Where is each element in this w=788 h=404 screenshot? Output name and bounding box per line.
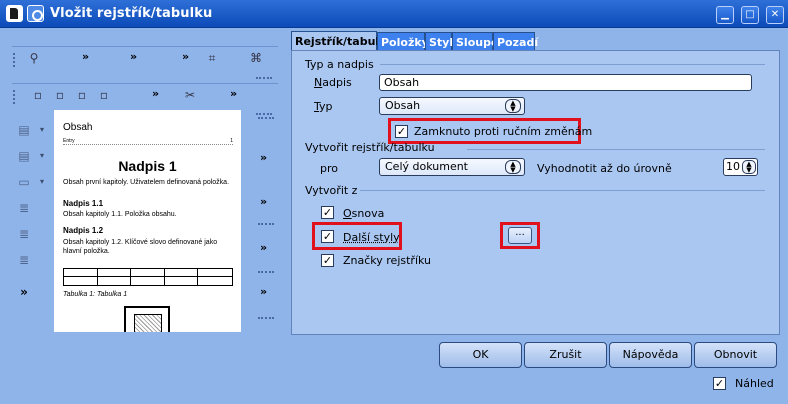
chevron-down-icon[interactable]: ▾ [40,151,48,160]
preview-subheading: Nadpis 1.1 [63,199,104,208]
minimize-button[interactable]: ▁ [716,6,734,24]
tab-columns[interactable]: Sloupce [452,32,505,51]
eval-level-value: 10 [726,160,740,173]
type-select[interactable]: Obsah ▲ ▼ [379,97,525,115]
outline-label: Osnova [343,207,385,220]
preview-text: Obsah kapitoly 1.1. Položka obsahu. [63,211,177,218]
list-style-icon[interactable]: ▤ [12,149,36,167]
toolbar-grip[interactable] [256,77,272,81]
document-list-icon[interactable]: ≣ [12,201,36,219]
vertical-overflow-chevron-icon[interactable]: » [260,151,267,164]
title-label: Nadpis [314,76,352,89]
toolbar-grip[interactable] [13,53,16,67]
page-icon[interactable]: ▫ [52,87,68,103]
document-list-icon[interactable]: ≣ [12,227,36,245]
window-title: Vložit rejstřík/tabulku [50,6,213,21]
title-input[interactable]: Obsah [379,74,752,91]
chevron-updown-icon: ▲ ▼ [505,99,521,113]
chevron-down-icon[interactable]: ▾ [40,177,48,186]
preview-toc-title: Obsah [63,122,93,133]
eval-level-label: Vyhodnotit až do úrovně [537,162,672,175]
scissors-icon[interactable]: ✂ [182,87,198,103]
preview-heading: Nadpis 1 [118,158,177,174]
assign-styles-button[interactable]: ... [508,227,532,244]
section-title-create-from: Vytvořit z [305,184,358,197]
preview-entry-page: 1 [230,138,233,144]
vertical-overflow-chevron-icon[interactable]: » [12,285,36,303]
insert-page-icon[interactable]: ▫ [30,87,46,103]
cancel-button[interactable]: Zrušit [524,342,607,368]
toolbar-grip[interactable] [258,223,274,227]
reset-button[interactable]: Obnovit [694,342,777,368]
vertical-overflow-chevron-icon[interactable]: » [260,285,267,298]
spin-updown-icon[interactable]: ▲ ▼ [742,160,756,174]
toolbar-grip[interactable] [13,90,16,104]
tab-entries[interactable]: Položky [377,32,429,51]
help-button[interactable]: Nápověda [609,342,692,368]
preview-table [63,268,233,286]
type-select-value: Obsah [385,99,421,112]
toolbar-overflow-chevron-icon[interactable]: » [130,50,137,63]
window-menu-icon[interactable] [27,5,44,22]
toolbar-grip[interactable] [258,271,274,275]
crop-icon[interactable]: ⌗ [204,50,220,66]
ok-button[interactable]: OK [439,342,522,368]
section-title-create: Vytvořit rejstřík/tabulku [305,141,435,154]
toolbar-overflow-chevron-icon[interactable]: » [152,87,159,100]
vertical-overflow-chevron-icon[interactable]: » [260,195,267,208]
index-marks-checkbox[interactable]: ✓ [321,254,334,267]
preview-checkbox[interactable]: ✓ [713,377,726,390]
document-preview: Obsah Entry 1 Nadpis 1 Obsah první kapit… [54,110,241,332]
preview-toolbar-2: ▫ ▫ ▫ ▫ » ✂ » [12,83,278,107]
tab-styles[interactable]: Styly [425,32,460,51]
other-styles-checkbox[interactable]: ✓ [321,230,334,243]
section-divider [380,64,765,65]
tab-index-table[interactable]: Rejstřík/tabulka [291,31,394,52]
preview-subheading: Nadpis 1.2 [63,226,104,235]
title-bar[interactable]: Vložit rejstřík/tabulku ▁ □ ✕ [0,0,788,28]
tab-background[interactable]: Pozadí [493,32,538,51]
protect-checkbox[interactable]: ✓ [395,125,408,138]
outline-checkbox[interactable]: ✓ [321,206,334,219]
toolbar-grip[interactable] [258,117,274,121]
preview-caption: Tabulka 1: Tabulka 1 [63,291,128,298]
section-divider [467,149,765,150]
list-style-icon[interactable]: ▤ [12,123,36,141]
vertical-overflow-chevron-icon[interactable]: » [260,241,267,254]
toolbar-grip[interactable] [258,317,274,321]
section-title-type: Typ a nadpis [305,58,374,71]
other-styles-label: Další styly [343,231,400,244]
page-icon[interactable]: ▫ [96,87,112,103]
toolbar-overflow-chevron-icon[interactable]: » [182,50,189,63]
for-select[interactable]: Celý dokument ▲ ▼ [379,158,525,176]
page-icon[interactable]: ▫ [74,87,90,103]
document-list-icon[interactable]: ≣ [12,253,36,271]
preview-text: Obsah kapitoly 1.2. Klíčové slovo defino… [63,239,218,255]
tab-panel: Typ a nadpis Nadpis Obsah Typ Obsah ▲ ▼ ✓… [291,50,780,335]
type-label: Typ [314,100,333,113]
preview-text: Obsah první kapitoly. Uživatelem definov… [63,179,230,186]
index-marks-label: Značky rejstříku [343,254,432,267]
preview-label: Náhled [735,377,774,390]
command-icon[interactable]: ⌘ [248,50,264,66]
frame-icon[interactable]: ▭ [12,175,36,193]
toolbar-overflow-chevron-icon[interactable]: » [82,50,89,63]
maximize-button[interactable]: □ [741,6,759,24]
preview-toolbar-1: ⚲ » » » ⌗ ⌘ [12,46,278,70]
preview-entry-label: Entry [63,138,75,144]
chevron-updown-icon: ▲ ▼ [505,160,521,174]
eval-level-spinner[interactable]: 10 ▲ ▼ [723,158,758,176]
binoculars-icon[interactable]: ⚲ [26,50,42,66]
for-label: pro [320,162,338,175]
protect-label: Zamknuto proti ručním změnám [414,125,593,138]
toolbar-overflow-chevron-icon[interactable]: » [230,87,237,100]
close-button[interactable]: ✕ [766,6,784,24]
chevron-down-icon[interactable]: ▾ [40,125,48,134]
document-app-icon [6,5,23,22]
preview-toc-entry: Entry 1 [63,138,233,145]
preview-image-icon [124,306,170,332]
for-select-value: Celý dokument [385,160,468,173]
section-divider [360,190,765,191]
